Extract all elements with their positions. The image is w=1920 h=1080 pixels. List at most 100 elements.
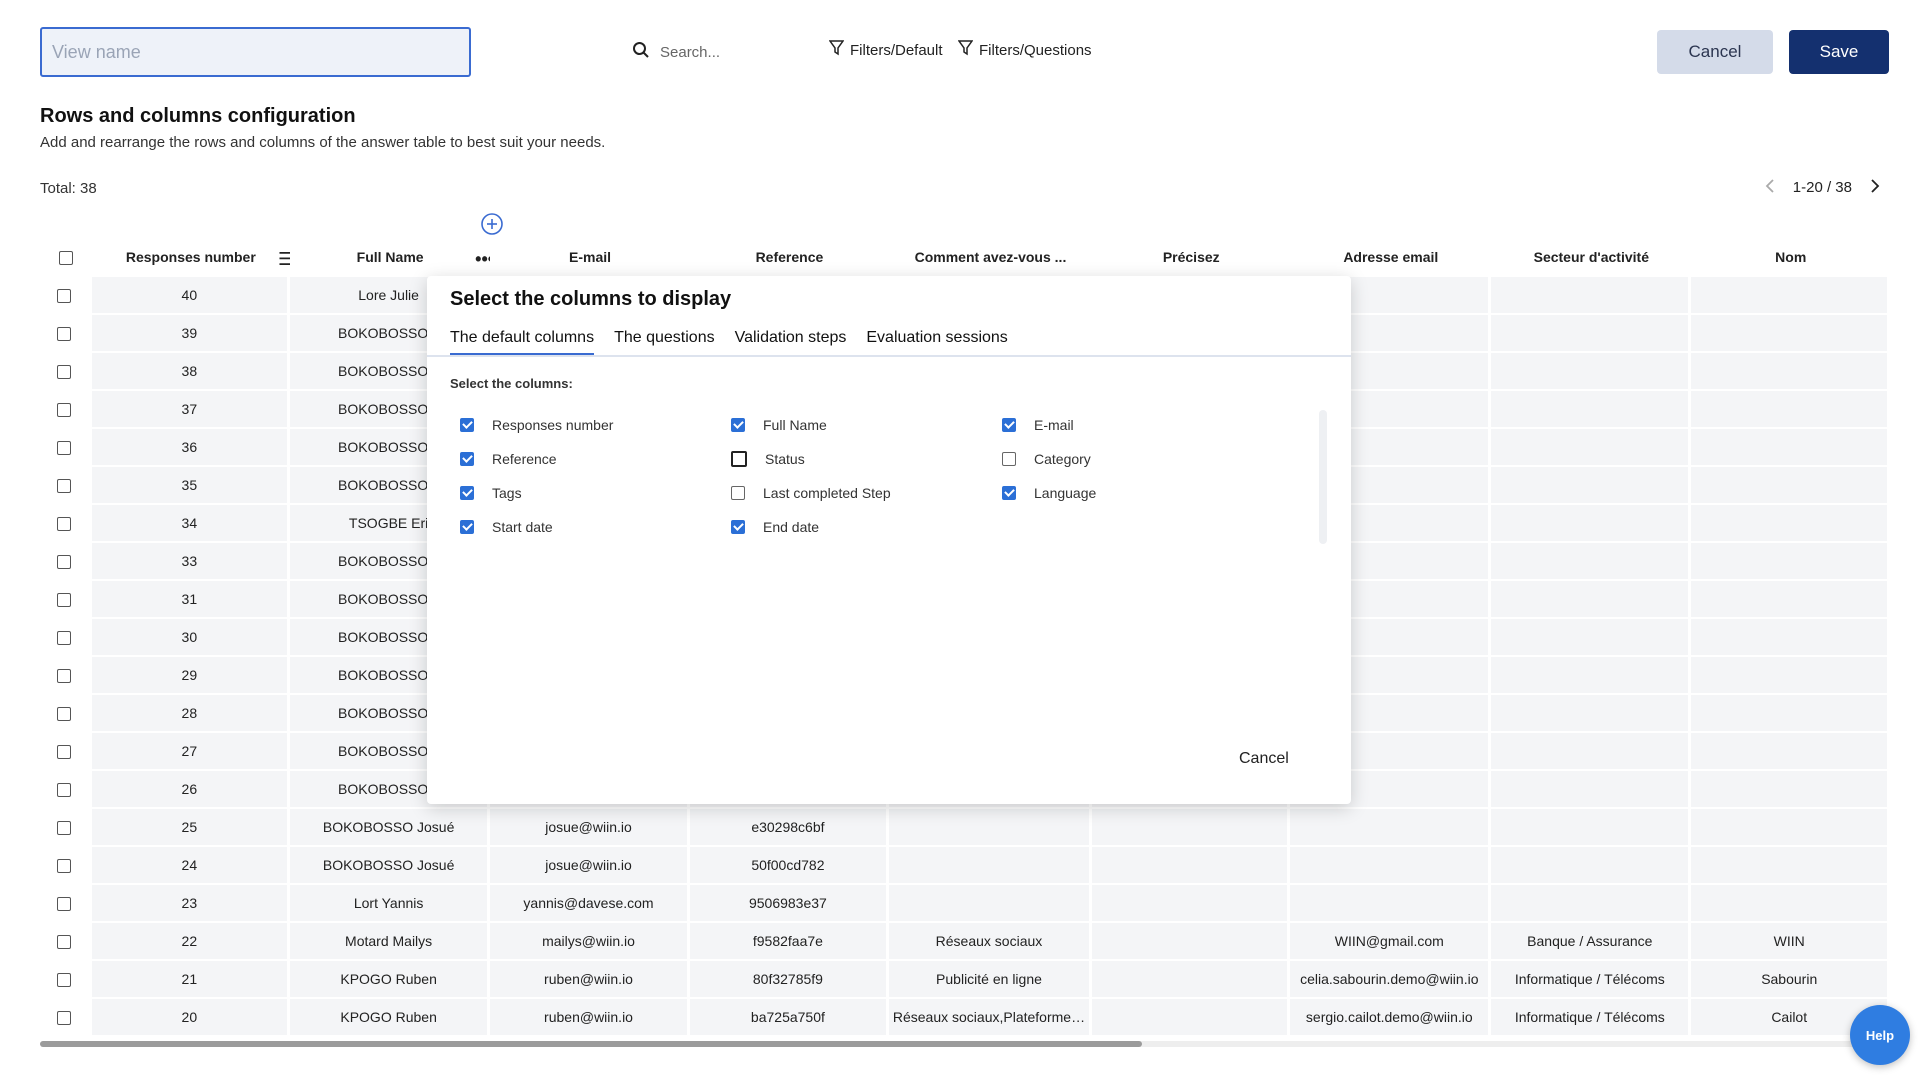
table-cell: 25 — [91, 809, 291, 847]
table-cell: 34 — [91, 505, 291, 543]
row-checkbox[interactable] — [40, 657, 92, 695]
filter-questions-button[interactable]: Filters/Questions — [957, 40, 1092, 60]
table-cell: 31 — [91, 581, 291, 619]
table-cell: 26 — [91, 771, 291, 809]
column-header[interactable]: E-mail — [490, 237, 690, 277]
table-row[interactable]: 24 BOKOBOSSO Josué josue@wiin.io 50f00cd782 — [40, 847, 1890, 885]
column-option[interactable]: Responses number — [460, 416, 731, 434]
option-label: E-mail — [1034, 417, 1074, 433]
table-row[interactable]: 22 Motard Mailys mailys@wiin.io f9582faa7e R… — [40, 923, 1890, 961]
filter-icon — [957, 40, 974, 60]
row-checkbox[interactable] — [40, 353, 92, 391]
table-cell: 38 — [91, 353, 291, 391]
row-checkbox[interactable] — [40, 429, 92, 467]
row-checkbox[interactable] — [40, 619, 92, 657]
tab-default-columns[interactable]: The default columns — [450, 329, 595, 356]
column-option[interactable]: Status — [731, 450, 1002, 468]
help-button[interactable]: Help — [1850, 1005, 1910, 1065]
checkbox[interactable] — [460, 418, 474, 432]
row-checkbox[interactable] — [40, 695, 92, 733]
select-all-checkbox[interactable] — [40, 237, 92, 277]
row-checkbox[interactable] — [40, 277, 92, 315]
tab-validation-steps[interactable]: Validation steps — [735, 329, 847, 356]
total-count: Total: 38 — [40, 180, 97, 197]
previous-page-icon[interactable] — [1765, 177, 1775, 198]
row-checkbox[interactable] — [40, 733, 92, 771]
table-cell — [1691, 695, 1890, 733]
table-cell — [1092, 847, 1291, 885]
save-button[interactable]: Save — [1789, 30, 1889, 74]
cancel-button[interactable]: Cancel — [1657, 30, 1773, 74]
column-header[interactable]: Secteur d'activité — [1491, 237, 1692, 277]
row-checkbox[interactable] — [40, 543, 92, 581]
column-header[interactable]: Responses number ☰ — [91, 237, 294, 277]
option-label: Start date — [492, 519, 553, 535]
row-checkbox[interactable] — [40, 505, 92, 543]
row-checkbox[interactable] — [40, 467, 92, 505]
column-option[interactable]: Language — [1002, 484, 1273, 502]
table-row[interactable]: 25 BOKOBOSSO Josué josue@wiin.io e30298c6bf — [40, 809, 1890, 847]
checkbox[interactable] — [1002, 418, 1016, 432]
column-header[interactable]: Adresse email — [1290, 237, 1492, 277]
view-name-input[interactable] — [40, 27, 471, 77]
column-header[interactable]: Comment avez-vous ... — [888, 237, 1093, 277]
column-option[interactable]: Last completed Step — [731, 484, 1002, 502]
next-page-icon[interactable] — [1870, 177, 1880, 198]
row-checkbox[interactable] — [40, 923, 92, 961]
tab-questions[interactable]: The questions — [614, 329, 715, 356]
filter-default-button[interactable]: Filters/Default — [828, 40, 943, 60]
column-header[interactable]: Full Name ••• — [290, 237, 494, 277]
add-column-icon[interactable] — [481, 213, 503, 240]
search-box[interactable]: Search... — [632, 38, 720, 66]
table-cell — [1491, 619, 1692, 657]
modal-cancel-button[interactable]: Cancel — [1239, 750, 1289, 768]
checkbox[interactable] — [731, 486, 745, 500]
column-option[interactable]: Tags — [460, 484, 731, 502]
row-checkbox[interactable] — [40, 391, 92, 429]
column-option[interactable]: End date — [731, 518, 1002, 536]
row-checkbox[interactable] — [40, 771, 92, 809]
row-checkbox[interactable] — [40, 315, 92, 353]
row-checkbox[interactable] — [40, 885, 92, 923]
checkbox[interactable] — [460, 452, 474, 466]
table-cell: 39 — [91, 315, 291, 353]
table-cell — [1491, 695, 1692, 733]
row-checkbox[interactable] — [40, 809, 92, 847]
column-option[interactable]: Full Name — [731, 416, 1002, 434]
checkbox[interactable] — [731, 451, 747, 467]
table-cell: BOKOBOSSO Josué — [290, 847, 491, 885]
checkbox[interactable] — [460, 520, 474, 534]
column-header[interactable]: Précisez — [1092, 237, 1291, 277]
column-header[interactable]: Reference — [689, 237, 889, 277]
table-row[interactable]: 20 KPOGO Ruben ruben@wiin.io ba725a750f Rése… — [40, 999, 1890, 1037]
modal-scrollbar[interactable] — [1319, 410, 1327, 544]
checkbox[interactable] — [731, 520, 745, 534]
column-header[interactable]: Nom — [1691, 237, 1890, 277]
table-cell: 33 — [91, 543, 291, 581]
table-cell: WIIN — [1691, 923, 1890, 961]
row-checkbox[interactable] — [40, 581, 92, 619]
table-row[interactable]: 23 Lort Yannis yannis@davese.com 9506983e37 — [40, 885, 1890, 923]
row-checkbox[interactable] — [40, 961, 92, 999]
horizontal-scrollbar-thumb[interactable] — [40, 1041, 1142, 1047]
checkbox[interactable] — [460, 486, 474, 500]
column-option[interactable]: Reference — [460, 450, 731, 468]
table-cell: 80f32785f9 — [689, 961, 889, 999]
table-cell: Informatique / Télécoms — [1491, 961, 1692, 999]
checkbox[interactable] — [1002, 452, 1016, 466]
option-label: Full Name — [763, 417, 827, 433]
option-label: Last completed Step — [763, 485, 891, 501]
checkbox[interactable] — [1002, 486, 1016, 500]
search-placeholder[interactable]: Search... — [660, 44, 720, 61]
column-option[interactable]: E-mail — [1002, 416, 1273, 434]
table-cell — [1290, 885, 1492, 923]
checkbox[interactable] — [731, 418, 745, 432]
row-checkbox[interactable] — [40, 999, 92, 1037]
column-option[interactable]: Category — [1002, 450, 1273, 468]
table-cell: mailys@wiin.io — [490, 923, 690, 961]
tab-evaluation-sessions[interactable]: Evaluation sessions — [866, 329, 1007, 356]
table-row[interactable]: 21 KPOGO Ruben ruben@wiin.io 80f32785f9 Publ… — [40, 961, 1890, 999]
table-cell: 50f00cd782 — [689, 847, 889, 885]
column-option[interactable]: Start date — [460, 518, 731, 536]
row-checkbox[interactable] — [40, 847, 92, 885]
